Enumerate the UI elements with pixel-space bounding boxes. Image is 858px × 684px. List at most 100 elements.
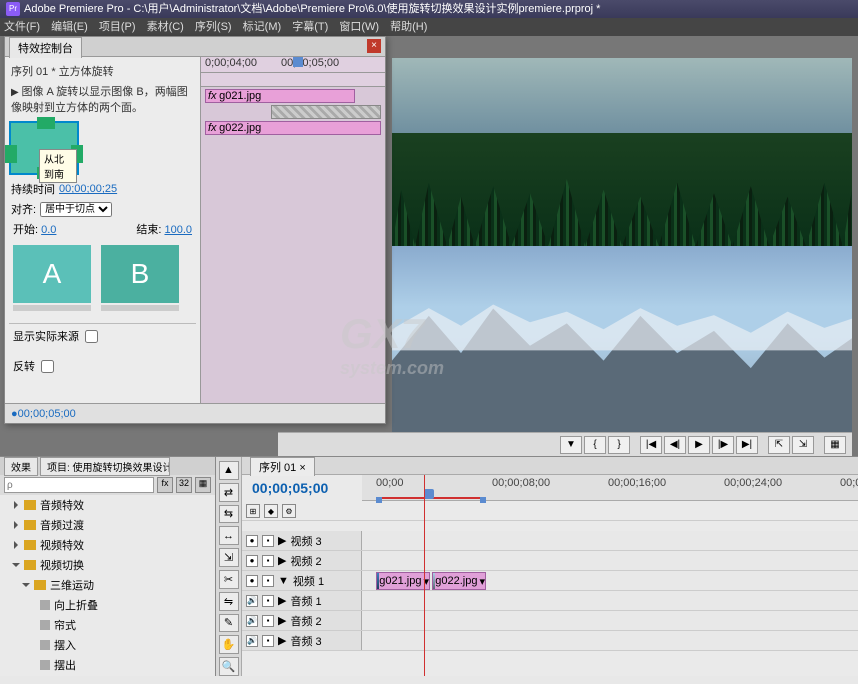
- duration-value[interactable]: 00;00;00;25: [59, 183, 117, 195]
- mini-playhead[interactable]: [293, 57, 303, 67]
- speaker-icon[interactable]: 🔊: [246, 615, 258, 627]
- go-to-out-button[interactable]: ▶|: [736, 436, 758, 454]
- yuv-badge-icon[interactable]: ▦: [195, 477, 211, 493]
- program-video[interactable]: [392, 58, 852, 450]
- eye-icon[interactable]: ●: [246, 555, 258, 567]
- direction-selector[interactable]: 从北到南: [9, 121, 79, 175]
- effect-mini-timeline[interactable]: 0;00;04;00 00;00;05;00 fx g021.jpg fx g0…: [201, 57, 385, 403]
- playhead-line[interactable]: [424, 475, 425, 676]
- menu-edit[interactable]: 编辑(E): [51, 21, 88, 33]
- ripple-edit-tool[interactable]: ⇆: [219, 505, 239, 524]
- mark-in-button[interactable]: {: [584, 436, 606, 454]
- menu-sequence[interactable]: 序列(S): [195, 21, 232, 33]
- start-value[interactable]: 0.0: [41, 224, 56, 236]
- lock-icon[interactable]: ▪: [262, 575, 274, 587]
- mini-ruler[interactable]: 0;00;04;00 00;00;05;00: [201, 57, 385, 73]
- add-marker-button[interactable]: ▼: [560, 436, 582, 454]
- current-timecode[interactable]: 00;00;05;00: [242, 476, 362, 500]
- lift-button[interactable]: ⇱: [768, 436, 790, 454]
- slip-tool[interactable]: ⇋: [219, 592, 239, 611]
- step-forward-button[interactable]: |▶: [712, 436, 734, 454]
- tab-project[interactable]: 项目: 使用旋转切换效果设计实例prem: [40, 457, 170, 476]
- align-label: 对齐:: [11, 201, 36, 217]
- pen-tool[interactable]: ✎: [219, 614, 239, 633]
- zoom-tool[interactable]: 🔍: [219, 657, 239, 676]
- export-frame-button[interactable]: ▦: [824, 436, 846, 454]
- duration-label: 持续时间: [11, 181, 55, 197]
- tree-audio-transitions[interactable]: 音频过渡: [0, 515, 215, 535]
- eye-icon[interactable]: ●: [246, 535, 258, 547]
- selection-tool[interactable]: ▲: [219, 461, 239, 480]
- eye-icon[interactable]: ●: [246, 575, 258, 587]
- menu-marker[interactable]: 标记(M): [243, 21, 282, 33]
- mini-transition-bar[interactable]: [271, 105, 381, 119]
- track-select-tool[interactable]: ⇄: [219, 483, 239, 502]
- clip-g022[interactable]: g022.jpg▾: [432, 572, 486, 590]
- tree-curtain[interactable]: 帘式: [0, 615, 215, 635]
- track-label: 音频 3: [290, 633, 321, 649]
- align-dropdown[interactable]: 居中于切点: [40, 202, 112, 217]
- effects-tree[interactable]: 音频特效 音频过渡 视频特效 视频切换 三维运动 向上折叠 帘式 摆入 摆出 旋…: [0, 495, 215, 676]
- preview-b: B: [101, 245, 179, 303]
- play-button[interactable]: ▶: [688, 436, 710, 454]
- tree-fold-up[interactable]: 向上折叠: [0, 595, 215, 615]
- tree-swing-in[interactable]: 摆入: [0, 635, 215, 655]
- transition-description: ▶ 图像 A 旋转以显示图像 B，两幅图像映射到立方体的两个面。: [9, 81, 196, 117]
- snap-icon[interactable]: ⊞: [246, 504, 260, 518]
- effects-panel: 效果 项目: 使用旋转切换效果设计实例prem fx 32 ▦ 音频特效 音频过…: [0, 457, 216, 676]
- timeline-playhead[interactable]: [424, 489, 434, 499]
- lock-icon[interactable]: ▪: [262, 595, 274, 607]
- mini-clip-a[interactable]: fx g021.jpg: [205, 89, 355, 103]
- speaker-icon[interactable]: 🔊: [246, 635, 258, 647]
- extract-button[interactable]: ⇲: [792, 436, 814, 454]
- marker-icon[interactable]: ◆: [264, 504, 278, 518]
- out-marker[interactable]: [480, 497, 486, 503]
- 32bit-badge-icon[interactable]: 32: [176, 477, 192, 493]
- mini-clip-b[interactable]: fx g022.jpg: [205, 121, 381, 135]
- tree-video-effects[interactable]: 视频特效: [0, 535, 215, 555]
- clip-g021[interactable]: g021.jpg▾: [376, 572, 430, 590]
- timeline-tab[interactable]: 序列 01 ×: [250, 457, 315, 476]
- tree-3d-motion[interactable]: 三维运动: [0, 575, 215, 595]
- fx-badge-icon[interactable]: fx: [157, 477, 173, 493]
- menu-help[interactable]: 帮助(H): [390, 21, 427, 33]
- menu-project[interactable]: 项目(P): [99, 21, 136, 33]
- lock-icon[interactable]: ▪: [262, 635, 274, 647]
- tree-audio-effects[interactable]: 音频特效: [0, 495, 215, 515]
- effects-search-input[interactable]: [4, 477, 154, 493]
- show-actual-checkbox[interactable]: [85, 330, 98, 343]
- close-button[interactable]: ×: [367, 39, 381, 53]
- razor-tool[interactable]: ✂: [219, 570, 239, 589]
- effect-tab-bar: 特效控制台 ×: [5, 37, 385, 57]
- timeline-ruler[interactable]: 00;00 00;00;08;00 00;00;16;00 00;00;24;0…: [362, 475, 858, 501]
- menu-window[interactable]: 窗口(W): [339, 21, 379, 33]
- reverse-checkbox[interactable]: [41, 360, 54, 373]
- end-value[interactable]: 100.0: [164, 224, 192, 236]
- lock-icon[interactable]: ▪: [262, 615, 274, 627]
- timeline-panel: 序列 01 × 00;00;05;00 00;00 00;00;08;00 00…: [242, 457, 858, 676]
- footer-timecode[interactable]: 00;00;05;00: [18, 408, 76, 420]
- go-to-in-button[interactable]: |◀: [640, 436, 662, 454]
- speaker-icon[interactable]: 🔊: [246, 595, 258, 607]
- menu-file[interactable]: 文件(F): [4, 21, 40, 33]
- step-back-button[interactable]: ◀|: [664, 436, 686, 454]
- start-label: 开始: 0.0: [13, 221, 56, 237]
- menu-clip[interactable]: 素材(C): [147, 21, 184, 33]
- tab-effect-controls[interactable]: 特效控制台: [9, 37, 82, 58]
- settings-icon[interactable]: ⚙: [282, 504, 296, 518]
- window-title: Adobe Premiere Pro - C:\用户\Administrator…: [24, 0, 600, 18]
- tree-swing-out[interactable]: 摆出: [0, 655, 215, 675]
- lock-icon[interactable]: ▪: [262, 535, 274, 547]
- tree-rotate[interactable]: 旋转: [0, 675, 215, 676]
- rate-stretch-tool[interactable]: ⇲: [219, 548, 239, 567]
- tab-effects[interactable]: 效果: [4, 457, 38, 476]
- mark-out-button[interactable]: }: [608, 436, 630, 454]
- in-marker[interactable]: [376, 497, 382, 503]
- tree-video-transitions[interactable]: 视频切换: [0, 555, 215, 575]
- rolling-edit-tool[interactable]: ↔: [219, 526, 239, 545]
- hand-tool[interactable]: ✋: [219, 635, 239, 654]
- slider-b[interactable]: [101, 305, 179, 311]
- menu-title[interactable]: 字幕(T): [292, 21, 328, 33]
- lock-icon[interactable]: ▪: [262, 555, 274, 567]
- slider-a[interactable]: [13, 305, 91, 311]
